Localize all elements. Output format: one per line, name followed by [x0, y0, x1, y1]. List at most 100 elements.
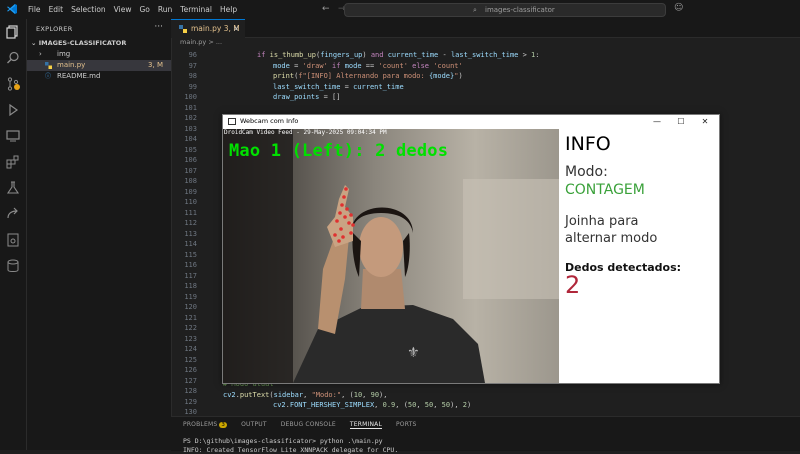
info-heading: INFO: [565, 133, 611, 155]
hint-line-1: Joinha para: [565, 214, 639, 229]
explorer-title: EXPLORER: [36, 25, 73, 33]
landmark-dot: [344, 187, 348, 191]
camera-image: ⚜: [223, 129, 559, 383]
code-line-131[interactable]: cv2.putText(sidebar, "Modo:", (10, 90),: [223, 391, 387, 399]
code-line-98[interactable]: print(f"[INFO] Alternando para modo: {mo…: [273, 72, 463, 80]
code-line-100[interactable]: draw_points = []: [273, 93, 340, 101]
code-line-97[interactable]: mode = 'draw' if mode == 'count' else 'c…: [273, 62, 463, 70]
line-number: 97: [188, 61, 197, 70]
tab-problems[interactable]: PROBLEMS 3: [183, 421, 228, 429]
hand-count-overlay: Mao 1 (Left): 2 dedos: [229, 141, 449, 161]
tree-item-main-py[interactable]: main.py 3, M: [27, 60, 171, 71]
line-number: 129: [184, 397, 197, 406]
camera-feed: ⚜ DroidCam Video Feed - 29-May-2025 09:0…: [223, 129, 559, 383]
menu-bar: File Edit Selection View Go Run Terminal…: [24, 0, 241, 19]
line-number: 119: [184, 292, 197, 301]
maximize-icon[interactable]: ☐: [671, 115, 691, 129]
tab-main-py[interactable]: main.py 3, M ×: [171, 19, 245, 38]
workspace-folder[interactable]: ⌄ IMAGES-CLASSIFICATOR: [31, 39, 126, 47]
webcam-title-bar[interactable]: Webcam com Info — ☐ ✕: [223, 115, 719, 129]
landmark-dot: [349, 231, 353, 235]
code-line-96[interactable]: if is_thumb_up(fingers_up) and current_t…: [257, 51, 539, 59]
tab-output[interactable]: OUTPUT: [241, 421, 267, 429]
extensions-icon[interactable]: [5, 154, 21, 170]
line-number: 107: [184, 166, 197, 175]
menu-file[interactable]: File: [24, 0, 45, 19]
line-number: 125: [184, 355, 197, 364]
menu-edit[interactable]: Edit: [45, 0, 68, 19]
line-number: 111: [184, 208, 197, 217]
line-number: 115: [184, 250, 197, 259]
terminal-line[interactable]: INFO: Created TensorFlow Lite XNNPACK de…: [183, 446, 398, 454]
bottom-panel: PROBLEMS 3 OUTPUT DEBUG CONSOLE TERMINAL …: [171, 416, 800, 454]
remote-explorer-icon[interactable]: [5, 128, 21, 144]
line-number: 112: [184, 219, 197, 227]
line-number: 118: [184, 282, 197, 290]
activity-bar: [0, 19, 27, 450]
landmark-dot: [338, 211, 342, 215]
testing-icon[interactable]: [5, 180, 21, 196]
problems-count-badge: 3: [219, 422, 228, 428]
menu-view[interactable]: View: [110, 0, 136, 19]
search-icon: ⌕: [473, 6, 477, 14]
tree-item-label: README.md: [57, 72, 101, 80]
explorer-icon[interactable]: [5, 24, 21, 40]
landmark-dot: [337, 239, 341, 243]
explorer-sidebar: EXPLORER ··· ⌄ IMAGES-CLASSIFICATOR › im…: [27, 19, 172, 450]
code-line-99[interactable]: last_switch_time = current_time: [273, 83, 404, 91]
terminal-line[interactable]: PS D:\github\images-classificator> pytho…: [183, 437, 383, 445]
breadcrumb[interactable]: main.py > ...: [180, 38, 222, 46]
tab-terminal[interactable]: TERMINAL: [349, 421, 382, 429]
run-debug-icon[interactable]: [5, 102, 21, 118]
source-control-icon[interactable]: [5, 76, 21, 92]
copilot-icon[interactable]: ☺: [674, 3, 683, 13]
window-title: Webcam com Info: [240, 117, 299, 125]
line-number: 130: [184, 408, 197, 416]
tab-ports[interactable]: PORTS: [396, 421, 417, 429]
detected-label: Dedos detectados:: [565, 261, 682, 274]
line-number: 120: [184, 303, 197, 311]
line-number: 124: [184, 345, 197, 353]
line-number: 99: [188, 82, 197, 91]
menu-run[interactable]: Run: [154, 0, 176, 19]
git-status-badge: 3, M: [148, 61, 163, 69]
search-icon[interactable]: [5, 50, 21, 66]
back-arrow-icon[interactable]: ←: [322, 4, 330, 14]
close-icon[interactable]: ✕: [695, 115, 715, 129]
tab-debug-console[interactable]: DEBUG CONSOLE: [281, 421, 336, 429]
feed-timestamp: DroidCam Video Feed - 29-May-2025 09:04:…: [224, 129, 387, 136]
mode-hint: Joinha para alternar modo: [565, 213, 657, 247]
vscode-logo-icon: [7, 4, 17, 14]
code-line-132[interactable]: cv2.FONT_HERSHEY_SIMPLEX, 0.9, (50, 50, …: [273, 401, 471, 409]
markdown-file-icon: ⓘ: [45, 73, 52, 80]
line-number: 96: [188, 51, 197, 59]
tree-item-img[interactable]: › img: [27, 49, 171, 60]
tree-item-readme[interactable]: ⓘ README.md: [27, 71, 171, 82]
line-number: 121: [184, 313, 197, 322]
menu-go[interactable]: Go: [135, 0, 153, 19]
webcam-window[interactable]: Webcam com Info — ☐ ✕ ⚜ DroidCam Video F…: [222, 114, 720, 384]
more-actions-icon[interactable]: ···: [154, 22, 163, 32]
search-text: images-classificator: [485, 6, 555, 14]
line-number: 106: [184, 156, 197, 164]
landmark-dot: [333, 233, 337, 237]
menu-help[interactable]: Help: [216, 0, 241, 19]
menu-terminal[interactable]: Terminal: [176, 0, 216, 19]
docker-icon[interactable]: [5, 232, 21, 248]
database-icon[interactable]: [5, 258, 21, 274]
close-icon[interactable]: ×: [233, 20, 239, 38]
command-center-search[interactable]: ⌕ images-classificator: [344, 3, 666, 17]
tree-item-label: main.py: [57, 61, 86, 69]
workspace-folder-label: IMAGES-CLASSIFICATOR: [38, 39, 127, 47]
tree-item-label: img: [57, 50, 71, 58]
editor-tab-bar: main.py 3, M ×: [171, 19, 800, 38]
landmark-dot: [351, 223, 355, 227]
share-icon[interactable]: [5, 206, 21, 222]
landmark-dot: [340, 203, 344, 207]
menu-selection[interactable]: Selection: [67, 0, 110, 19]
python-file-icon: [45, 62, 52, 69]
line-number: 117: [184, 271, 197, 280]
info-sidebar: INFO Modo: CONTAGEM Joinha para alternar …: [559, 129, 719, 383]
minimize-icon[interactable]: —: [647, 115, 667, 129]
landmark-dot: [349, 213, 353, 217]
